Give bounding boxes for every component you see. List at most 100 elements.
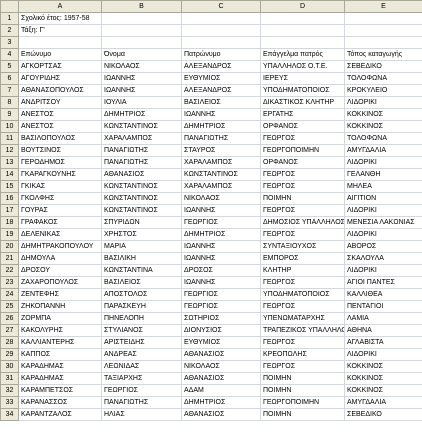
data-cell[interactable]: ΥΠΟΔΗΜΑΤΟΠΟΙΟΣ	[260, 288, 345, 301]
data-cell[interactable]: ΤΟΛΟΦΩΝΑ	[344, 72, 422, 85]
data-cell[interactable]: ΙΕΡΕΥΣ	[260, 72, 345, 85]
row-header[interactable]: 21	[0, 252, 19, 265]
empty-cell[interactable]	[181, 36, 261, 49]
data-cell[interactable]: ΓΕΩΡΓΟΣ	[260, 336, 345, 349]
data-cell[interactable]: ΟΡΦΑΝΟΣ	[260, 120, 345, 133]
data-cell[interactable]: ΑΓΙΟΙ ΠΑΝΤΕΣ	[344, 276, 422, 289]
data-cell[interactable]: ΒΑΣΙΛΕΙΟΣ	[101, 276, 182, 289]
row-header[interactable]: 9	[0, 108, 19, 121]
data-cell[interactable]: ΕΡΓΑΤΗΣ	[260, 108, 345, 121]
data-cell[interactable]: ΙΩΑΝΝΗΣ	[101, 72, 182, 85]
data-cell[interactable]: ΟΡΦΑΝΟΣ	[260, 156, 345, 169]
row-header[interactable]: 29	[0, 348, 19, 361]
data-cell[interactable]: ΥΠΑΛΛΗΛΟΣ Ο.Τ.Ε.	[260, 60, 345, 73]
column-header-a[interactable]: A	[18, 0, 102, 13]
row-header[interactable]: 30	[0, 360, 19, 373]
row-header[interactable]: 1	[0, 12, 19, 25]
data-cell[interactable]: ΠΗΝΕΛΟΠΗ	[101, 312, 182, 325]
data-cell[interactable]: ΔΡΟΣΟΣ	[181, 264, 261, 277]
column-header-e[interactable]: E	[344, 0, 422, 13]
data-cell[interactable]: ΚΟΚΚΙΝΟΣ	[344, 120, 422, 133]
row-header[interactable]: 33	[0, 396, 19, 409]
info-cell[interactable]	[18, 36, 102, 49]
info-cell[interactable]: Σχολικό έτος: 1957-58	[18, 12, 102, 25]
data-cell[interactable]: ΧΡΗΣΤΟΣ	[101, 228, 182, 241]
data-cell[interactable]: ΔΗΜΟΥΛΑ	[18, 252, 102, 265]
data-cell[interactable]: ΧΑΡΑΛΑΜΠΟΣ	[101, 132, 182, 145]
data-cell[interactable]: ΛΙΔΟΡΙΚΙ	[344, 204, 422, 217]
data-cell[interactable]: ΒΑΣΙΛΙΚΗ	[101, 252, 182, 265]
empty-cell[interactable]	[101, 36, 182, 49]
data-cell[interactable]: ΑΛΕΞΑΝΔΡΟΣ	[181, 60, 261, 73]
data-cell[interactable]: ΚΩΝΣΤΑΝΤΙΝΟΣ	[101, 204, 182, 217]
data-cell[interactable]: ΓΕΡΟΔΗΜΟΣ	[18, 156, 102, 169]
data-cell[interactable]: ΠΟΙΜΗΝ	[260, 408, 345, 421]
data-cell[interactable]: ΓΕΩΡΓΟΣ	[260, 276, 345, 289]
data-cell[interactable]: ΑΛΕΞΑΝΔΡΟΣ	[181, 84, 261, 97]
empty-cell[interactable]	[181, 12, 261, 25]
info-cell[interactable]: Τάξη: Γ'	[18, 24, 102, 37]
data-cell[interactable]: ΠΑΝΑΓΙΩΤΗΣ	[101, 144, 182, 157]
data-cell[interactable]: ΣΚΑΛΟΥΛΑ	[344, 252, 422, 265]
data-cell[interactable]: ΚΟΚΚΙΝΟΣ	[344, 372, 422, 385]
row-header[interactable]: 27	[0, 324, 19, 337]
row-header[interactable]: 3	[0, 36, 19, 49]
column-title-cell[interactable]: Όνομα	[101, 48, 182, 61]
data-cell[interactable]: ΛΙΔΟΡΙΚΙ	[344, 228, 422, 241]
data-cell[interactable]: ΑΓΛΑΒΙΣΤΑ	[344, 336, 422, 349]
data-cell[interactable]: ΥΠΕΝΩΜΑΤΑΡΧΗΣ	[260, 312, 345, 325]
data-cell[interactable]: ΔΗΜΗΤΡΑΚΟΠΟΥΛΟΥ	[18, 240, 102, 253]
data-cell[interactable]: ΓΕΩΡΓΟΠΟΙΜΗΝ	[260, 144, 345, 157]
data-cell[interactable]: ΚΟΚΚΙΝΟΣ	[344, 108, 422, 121]
data-cell[interactable]: ΠΑΝΑΓΙΩΤΗΣ	[101, 396, 182, 409]
data-cell[interactable]: ΥΠΟΔΗΜΑΤΟΠΟΙΟΣ	[260, 84, 345, 97]
select-all-corner[interactable]	[0, 0, 19, 13]
row-header[interactable]: 15	[0, 180, 19, 193]
data-cell[interactable]: ΕΥΘΥΜΙΟΣ	[181, 72, 261, 85]
data-cell[interactable]: ΣΤΥΛΙΑΝΟΣ	[101, 324, 182, 337]
data-cell[interactable]: ΝΙΚΟΛΑΟΣ	[101, 60, 182, 73]
data-cell[interactable]: ΠΟΙΜΗΝ	[260, 372, 345, 385]
data-cell[interactable]: ΖΟΡΜΠΑ	[18, 312, 102, 325]
data-cell[interactable]: ΓΡΑΦΑΚΟΣ	[18, 216, 102, 229]
data-cell[interactable]: ΣΥΝΤΑΞΙΟΥΧΟΣ	[260, 240, 345, 253]
data-cell[interactable]: ΚΩΝΣΤΑΝΤΙΝΟΣ	[101, 180, 182, 193]
row-header[interactable]: 16	[0, 192, 19, 205]
data-cell[interactable]: ΚΡΕΟΠΩΛΗΣ	[260, 348, 345, 361]
row-header[interactable]: 18	[0, 216, 19, 229]
data-cell[interactable]: ΧΑΡΑΛΑΜΠΟΣ	[181, 156, 261, 169]
row-header[interactable]: 26	[0, 312, 19, 325]
data-cell[interactable]: ΣΠΥΡΙΔΩΝ	[101, 216, 182, 229]
data-cell[interactable]: ΣΩΤΗΡΙΟΣ	[181, 312, 261, 325]
data-cell[interactable]: ΙΩΑΝΝΗΣ	[181, 108, 261, 121]
data-cell[interactable]: ΑΘΗΝΑ	[344, 324, 422, 337]
row-header[interactable]: 28	[0, 336, 19, 349]
row-header[interactable]: 12	[0, 144, 19, 157]
row-header[interactable]: 34	[0, 408, 19, 421]
data-cell[interactable]: ΓΚΙΚΑΣ	[18, 180, 102, 193]
row-header[interactable]: 32	[0, 384, 19, 397]
data-cell[interactable]: ΑΘΑΝΑΣΙΟΣ	[181, 372, 261, 385]
row-header[interactable]: 13	[0, 156, 19, 169]
data-cell[interactable]: ΔΙΟΝΥΣΙΟΣ	[181, 324, 261, 337]
data-cell[interactable]: ΑΠΟΣΤΟΛΟΣ	[101, 288, 182, 301]
data-cell[interactable]: ΛΙΔΟΡΙΚΙ	[344, 348, 422, 361]
empty-cell[interactable]	[101, 12, 182, 25]
data-cell[interactable]: ΧΑΡΑΛΑΜΠΟΣ	[181, 180, 261, 193]
data-cell[interactable]: ΜΑΡΙΑ	[101, 240, 182, 253]
data-cell[interactable]: ΙΩΑΝΝΗΣ	[181, 252, 261, 265]
data-cell[interactable]: ΣΕΒΕΔΙΚΟ	[344, 408, 422, 421]
data-cell[interactable]: ΑΘΑΝΑΣΙΟΣ	[181, 408, 261, 421]
row-header[interactable]: 25	[0, 300, 19, 313]
data-cell[interactable]: ΕΜΠΟΡΟΣ	[260, 252, 345, 265]
data-cell[interactable]: ΚΑΠΠΟΣ	[18, 348, 102, 361]
data-cell[interactable]: ΓΕΩΡΓΟΣ	[260, 132, 345, 145]
data-cell[interactable]: ΝΙΚΟΛΑΟΣ	[181, 192, 261, 205]
data-cell[interactable]: ΔΗΜΟΣΙΟΣ ΥΠΑΛΛΗΛΟΣ	[260, 216, 345, 229]
data-cell[interactable]: ΑΡΙΣΤΕΙΔΗΣ	[101, 336, 182, 349]
data-cell[interactable]: ΗΛΙΑΣ	[101, 408, 182, 421]
data-cell[interactable]: ΓΕΩΡΓΙΟΣ	[181, 300, 261, 313]
data-cell[interactable]: ΔΡΟΣΟΥ	[18, 264, 102, 277]
data-cell[interactable]: ΛΕΩΝΙΔΑΣ	[101, 360, 182, 373]
data-cell[interactable]: ΖΑΧΑΡΟΠΟΥΛΟΣ	[18, 276, 102, 289]
